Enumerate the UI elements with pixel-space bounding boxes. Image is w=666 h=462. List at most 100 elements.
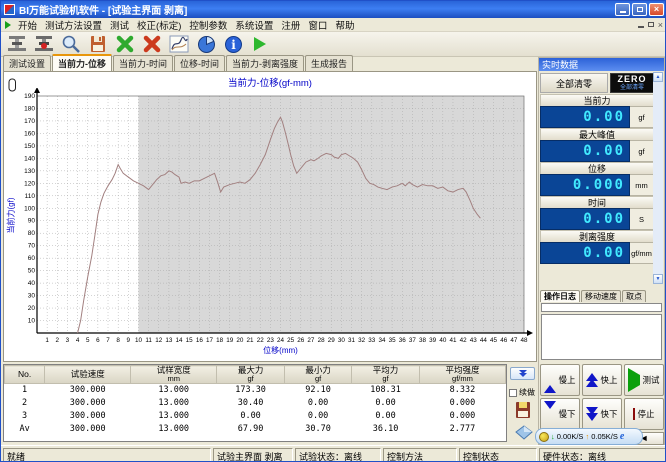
control-play-button[interactable]: 测试 bbox=[624, 364, 664, 396]
table-cell: 8.332 bbox=[419, 384, 505, 397]
coin-icon bbox=[539, 432, 549, 442]
svg-text:9: 9 bbox=[127, 337, 131, 344]
col-header: 最小力gf bbox=[284, 366, 351, 384]
test-machine-config-button[interactable] bbox=[32, 33, 56, 55]
svg-text:20: 20 bbox=[28, 305, 36, 312]
zoom-button[interactable] bbox=[59, 33, 83, 55]
menu-item-3[interactable]: 校正(标定) bbox=[133, 21, 185, 32]
zero-button[interactable]: ZERO全部清零 bbox=[610, 73, 654, 93]
control-arrow-up-double-button[interactable]: 快上 bbox=[582, 364, 622, 396]
log-tab-2[interactable]: 取点 bbox=[622, 290, 646, 302]
delete-curve-button[interactable] bbox=[113, 33, 137, 55]
svg-text:21: 21 bbox=[247, 337, 255, 344]
tab-5[interactable]: 生成报告 bbox=[305, 55, 353, 71]
tab-0[interactable]: 测试设置 bbox=[3, 55, 51, 71]
test-machine-button[interactable] bbox=[5, 33, 29, 55]
title-bar: BI万能试验机软件 - [试验主界面 剥离] × bbox=[1, 1, 666, 18]
log-tab-1[interactable]: 移动速度 bbox=[581, 290, 621, 302]
control-arrow-down-double-button[interactable]: 快下 bbox=[582, 398, 622, 430]
start-icon bbox=[254, 37, 266, 51]
table-cell: 0.000 bbox=[419, 410, 505, 423]
svg-text:10: 10 bbox=[135, 337, 143, 344]
menu-item-0[interactable]: 开始 bbox=[14, 21, 41, 32]
status-segment-1: 试验主界面 剥离 bbox=[213, 448, 293, 462]
table-cell: 2 bbox=[5, 397, 45, 410]
mdi-minimize-button[interactable] bbox=[638, 26, 644, 28]
svg-text:15: 15 bbox=[186, 337, 194, 344]
menu-item-6[interactable]: 注册 bbox=[277, 21, 304, 32]
control-arrow-up-single-button[interactable]: 慢上 bbox=[540, 364, 580, 396]
double-chevron-down-icon bbox=[519, 370, 527, 377]
log-tab-0[interactable]: 操作日志 bbox=[540, 290, 580, 302]
svg-text:28: 28 bbox=[318, 337, 326, 344]
log-area[interactable] bbox=[541, 314, 662, 360]
rt-field-label: 最大峰值 bbox=[540, 128, 654, 140]
info-button[interactable]: i bbox=[221, 33, 245, 55]
menu-item-1[interactable]: 测试方法设置 bbox=[41, 21, 106, 32]
rt-field-value: 0.00 bbox=[540, 242, 630, 264]
menu-item-7[interactable]: 窗口 bbox=[304, 21, 331, 32]
tab-2[interactable]: 当前力-时间 bbox=[113, 55, 173, 71]
download-arrow-icon: ↓ bbox=[551, 432, 555, 441]
curve-view-button[interactable] bbox=[167, 33, 191, 55]
table-cell: 67.90 bbox=[217, 423, 285, 436]
tab-3[interactable]: 位移-时间 bbox=[174, 55, 225, 71]
menu-item-8[interactable]: 帮助 bbox=[331, 21, 358, 32]
rt-field-label: 当前力 bbox=[540, 94, 654, 106]
svg-text:36: 36 bbox=[399, 337, 407, 344]
zero-button-line2: 全部清零 bbox=[620, 85, 644, 91]
status-segment-2: 试验状态：离线 bbox=[295, 448, 381, 462]
save-button[interactable] bbox=[86, 33, 110, 55]
red-x-icon bbox=[143, 35, 161, 53]
net-speed-overlay[interactable]: ↓ 0.00K/S ↑ 0.05K/S e bbox=[535, 428, 643, 445]
green-x-icon bbox=[116, 35, 134, 53]
rt-field-value: 0.000 bbox=[540, 174, 630, 196]
arrow-up-double-icon bbox=[586, 373, 598, 387]
mdi-close-button[interactable]: × bbox=[658, 20, 663, 30]
report-button[interactable] bbox=[194, 33, 218, 55]
menu-item-4[interactable]: 控制参数 bbox=[185, 21, 231, 32]
continue-checkbox[interactable] bbox=[509, 389, 517, 397]
mdi-restore-button[interactable] bbox=[648, 22, 654, 27]
control-label: 测试 bbox=[642, 374, 659, 386]
table-row[interactable]: 3300.00013.0000.000.000.000.000 bbox=[5, 410, 506, 423]
scroll-down-icon[interactable]: ▼ bbox=[653, 274, 663, 284]
force-displacement-chart[interactable]: 1234567891011121314151617181920212223242… bbox=[5, 88, 536, 361]
rt-field-value: 0.00 bbox=[540, 208, 630, 230]
control-label: 停止 bbox=[637, 408, 654, 420]
export-button[interactable] bbox=[512, 423, 536, 441]
table-row[interactable]: Av300.00013.00067.9030.7036.102.777 bbox=[5, 423, 506, 436]
menu-items: 开始测试方法设置测试校正(标定)控制参数系统设置注册窗口帮助 bbox=[14, 18, 358, 32]
table-row[interactable]: 2300.00013.00030.400.000.000.000 bbox=[5, 397, 506, 410]
collapse-table-button[interactable] bbox=[510, 367, 535, 380]
realtime-header: 实时数据 bbox=[539, 58, 664, 71]
tab-1[interactable]: 当前力-位移 bbox=[52, 54, 112, 71]
table-cell: 13.000 bbox=[131, 410, 217, 423]
tab-4[interactable]: 当前力-剥离强度 bbox=[226, 55, 304, 71]
menu-item-2[interactable]: 测试 bbox=[106, 21, 133, 32]
mdi-controls: × bbox=[638, 20, 666, 30]
close-button[interactable]: × bbox=[649, 3, 664, 16]
upload-arrow-icon: ↑ bbox=[585, 432, 589, 441]
control-arrow-down-single-button[interactable]: 慢下 bbox=[540, 398, 580, 430]
restore-button[interactable] bbox=[632, 3, 647, 16]
start-button[interactable] bbox=[248, 33, 272, 55]
control-stop-button[interactable]: 停止 bbox=[624, 398, 664, 430]
play-icon bbox=[628, 375, 640, 385]
rt-field-label: 位移 bbox=[540, 162, 654, 174]
menu-item-5[interactable]: 系统设置 bbox=[231, 21, 277, 32]
save-data-button[interactable] bbox=[511, 399, 535, 421]
zero-all-label[interactable]: 全部清零 bbox=[540, 73, 608, 93]
log-input[interactable] bbox=[541, 303, 662, 312]
realtime-scrollbar[interactable]: ▲ ▼ bbox=[653, 72, 663, 284]
svg-text:90: 90 bbox=[28, 218, 36, 225]
svg-text:26: 26 bbox=[297, 337, 305, 344]
menu-bar: 开始测试方法设置测试校正(标定)控制参数系统设置注册窗口帮助 × bbox=[1, 18, 666, 32]
table-row[interactable]: 1300.00013.000173.3092.10108.318.332 bbox=[5, 384, 506, 397]
delete-all-button[interactable] bbox=[140, 33, 164, 55]
scroll-up-icon[interactable]: ▲ bbox=[653, 72, 663, 82]
minimize-button[interactable] bbox=[615, 3, 630, 16]
stop-icon bbox=[633, 409, 635, 419]
svg-text:34: 34 bbox=[378, 337, 386, 344]
svg-text:39: 39 bbox=[429, 337, 437, 344]
